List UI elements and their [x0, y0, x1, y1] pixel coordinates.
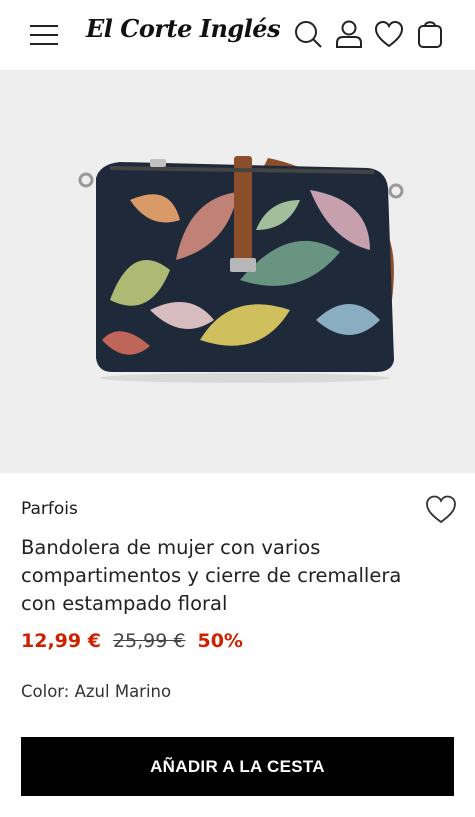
product-image-gallery[interactable]	[0, 70, 475, 473]
sale-price: 12,99 €	[21, 630, 101, 652]
menu-line	[30, 43, 58, 45]
menu-line	[30, 34, 58, 36]
product-brand[interactable]: Parfois	[21, 499, 78, 519]
product-title: Bandolera de mujer con varios compartime…	[21, 536, 402, 615]
logo[interactable]: El Corte Inglés	[86, 14, 281, 43]
product-image	[0, 70, 475, 473]
search-icon[interactable]	[292, 18, 324, 50]
heart-icon[interactable]	[373, 18, 405, 50]
favorite-heart-icon[interactable]	[424, 493, 458, 525]
menu-line	[30, 25, 58, 27]
user-icon[interactable]	[333, 18, 365, 50]
discount-badge: 50%	[197, 630, 243, 652]
price-row: 12,99 € 25,99 € 50%	[21, 630, 255, 652]
original-price: 25,99 €	[112, 630, 186, 652]
header-bar: El Corte Inglés	[0, 0, 475, 70]
add-to-cart-button[interactable]: AÑADIR A LA CESTA	[21, 737, 454, 796]
menu-icon[interactable]	[30, 23, 60, 47]
color-label: Color: Azul Marino	[21, 682, 172, 701]
bag-icon[interactable]	[414, 18, 446, 50]
